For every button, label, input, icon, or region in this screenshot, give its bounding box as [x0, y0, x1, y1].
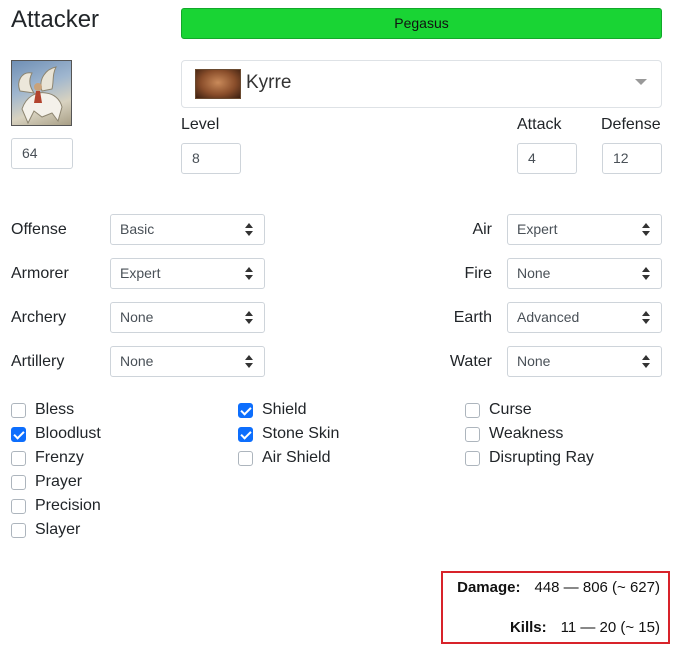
checkbox-box[interactable] [238, 450, 253, 466]
damage-value: 448 — 806 (~ 627) [534, 579, 660, 596]
skill-select-air[interactable]: Expert [507, 214, 662, 245]
hero-name: Kyrre [246, 72, 292, 93]
unit-select-button[interactable]: Pegasus [181, 8, 662, 39]
sort-arrows-icon [244, 311, 254, 325]
skill-select-earth[interactable]: Advanced [507, 302, 662, 333]
checkbox-label: Weakness [489, 425, 564, 442]
attack-label: Attack [517, 116, 562, 133]
defense-input[interactable]: 12 [602, 143, 662, 174]
unit-count-input[interactable]: 64 [11, 138, 73, 169]
sort-arrows-icon [641, 311, 651, 325]
hero-select[interactable]: Kyrre [181, 60, 662, 108]
spell-checkbox-frenzy[interactable]: Frenzy [11, 448, 84, 468]
level-label: Level [181, 116, 220, 133]
checkbox-box[interactable] [465, 402, 480, 418]
sort-arrows-icon [244, 355, 254, 369]
attack-input[interactable]: 4 [517, 143, 577, 174]
select-value: None [120, 353, 154, 369]
kills-value: 11 — 20 (~ 15) [560, 619, 660, 636]
checkbox-box[interactable] [11, 402, 26, 418]
sort-arrows-icon [641, 223, 651, 237]
checkbox-box[interactable] [11, 522, 26, 538]
spell-checkbox-weakness[interactable]: Weakness [465, 424, 563, 444]
spell-checkbox-slayer[interactable]: Slayer [11, 520, 80, 540]
skill-label-armorer: Armorer [11, 265, 69, 282]
result-panel: Damage: 448 — 806 (~ 627) Kills: 11 — 20 (… [441, 571, 670, 644]
defense-label: Defense [601, 116, 661, 133]
checkbox-label: Precision [35, 497, 101, 514]
spell-checkbox-prayer[interactable]: Prayer [11, 472, 82, 492]
sort-arrows-icon [641, 267, 651, 281]
checkbox-label: Stone Skin [262, 425, 340, 442]
checkbox-label: Bless [35, 401, 75, 418]
checkbox-box[interactable] [238, 426, 253, 442]
checkbox-label: Air Shield [262, 449, 331, 466]
checkbox-label: Curse [489, 401, 532, 418]
checkbox-box[interactable] [465, 426, 480, 442]
damage-result: Damage: 448 — 806 (~ 627) [457, 579, 660, 596]
level-input[interactable]: 8 [181, 143, 241, 174]
select-value: Expert [120, 265, 161, 281]
sort-arrows-icon [641, 355, 651, 369]
skill-label-earth: Earth [453, 309, 492, 326]
checkbox-box[interactable] [11, 450, 26, 466]
kills-label: Kills: [509, 619, 547, 636]
checkbox-box[interactable] [11, 498, 26, 514]
spell-checkbox-curse[interactable]: Curse [465, 400, 532, 420]
select-value: Expert [517, 221, 558, 237]
checkbox-label: Slayer [35, 521, 81, 538]
checkbox-box[interactable] [11, 474, 26, 490]
chevron-down-icon [635, 79, 647, 85]
spell-checkbox-precision[interactable]: Precision [11, 496, 101, 516]
spell-checkbox-bless[interactable]: Bless [11, 400, 74, 420]
spell-checkbox-bloodlust[interactable]: Bloodlust [11, 424, 101, 444]
damage-label: Damage: [457, 579, 521, 596]
skill-label-fire: Fire [464, 265, 492, 282]
skill-select-offense[interactable]: Basic [110, 214, 265, 245]
pegasus-icon [18, 66, 63, 125]
skill-label-archery: Archery [11, 309, 67, 326]
checkbox-label: Disrupting Ray [489, 449, 594, 466]
spell-checkbox-disrupting-ray[interactable]: Disrupting Ray [465, 448, 594, 468]
select-value: None [120, 309, 154, 325]
skill-label-artillery: Artillery [11, 353, 65, 370]
checkbox-label: Shield [262, 401, 307, 418]
select-value: None [517, 353, 551, 369]
spell-checkbox-air-shield[interactable]: Air Shield [238, 448, 330, 468]
skill-select-armorer[interactable]: Expert [110, 258, 265, 289]
checkbox-box[interactable] [238, 402, 253, 418]
spell-checkbox-stone-skin[interactable]: Stone Skin [238, 424, 339, 444]
skill-select-fire[interactable]: None [507, 258, 662, 289]
select-value: Advanced [517, 309, 580, 325]
hero-portrait-icon [195, 69, 241, 99]
select-value: None [517, 265, 551, 281]
skill-select-water[interactable]: None [507, 346, 662, 377]
sort-arrows-icon [244, 267, 254, 281]
checkbox-label: Prayer [35, 473, 83, 490]
checkbox-box[interactable] [465, 450, 480, 466]
checkbox-box[interactable] [11, 426, 26, 442]
spell-checkbox-shield[interactable]: Shield [238, 400, 306, 420]
page-title: Attacker [11, 6, 100, 33]
sort-arrows-icon [244, 223, 254, 237]
kills-result: Kills: 11 — 20 (~ 15) [510, 619, 660, 636]
select-value: Basic [120, 221, 155, 237]
skill-label-offense: Offense [11, 221, 67, 238]
unit-portrait[interactable] [11, 60, 72, 126]
checkbox-label: Bloodlust [35, 425, 101, 442]
skill-label-water: Water [449, 353, 492, 370]
skill-select-archery[interactable]: None [110, 302, 265, 333]
checkbox-label: Frenzy [35, 449, 84, 466]
skill-label-air: Air [472, 221, 492, 238]
skill-select-artillery[interactable]: None [110, 346, 265, 377]
